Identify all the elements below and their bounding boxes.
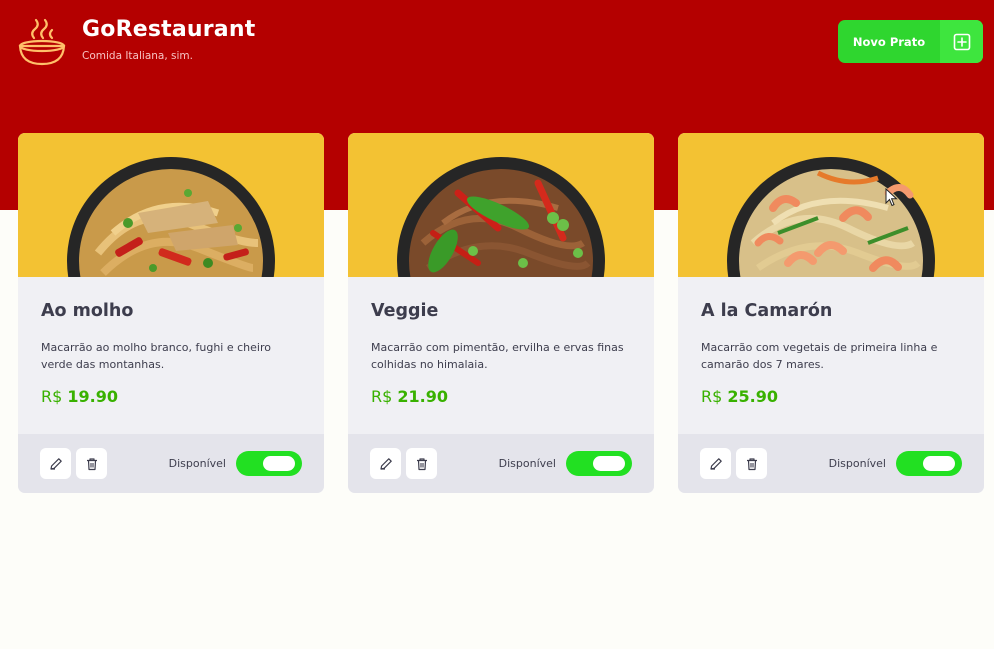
price-currency: R$ — [701, 387, 723, 406]
food-actions: Disponível — [348, 434, 654, 493]
food-card: Ao molho Macarrão ao molho branco, fughi… — [18, 133, 324, 493]
toggle-knob — [593, 456, 625, 471]
availability-label: Disponível — [168, 457, 226, 470]
food-actions: Disponível — [678, 434, 984, 493]
food-name: Veggie — [371, 301, 439, 321]
plus-square-icon — [940, 20, 983, 63]
food-description: Macarrão com pimentão, ervilha e ervas f… — [371, 341, 624, 371]
availability-toggle[interactable] — [566, 451, 632, 476]
edit-food-button[interactable] — [700, 448, 731, 479]
food-image — [18, 133, 324, 277]
trash-icon — [746, 457, 757, 470]
app-title: GoRestaurant — [82, 17, 256, 42]
availability: Disponível — [169, 451, 302, 476]
food-actions: Disponível — [18, 434, 324, 493]
availability-label: Disponível — [498, 457, 556, 470]
price-value: 19.90 — [67, 387, 118, 406]
trash-icon — [86, 457, 97, 470]
delete-food-button[interactable] — [406, 448, 437, 479]
pencil-icon — [709, 457, 722, 470]
edit-food-button[interactable] — [40, 448, 71, 479]
food-image — [348, 133, 654, 277]
food-description: Macarrão ao molho branco, fughi e cheiro… — [41, 341, 271, 371]
pencil-icon — [49, 457, 62, 470]
pencil-icon — [379, 457, 392, 470]
food-card: Veggie Macarrão com pimentão, ervilha e … — [348, 133, 654, 493]
food-name: Ao molho — [41, 301, 134, 321]
delete-food-button[interactable] — [76, 448, 107, 479]
new-food-button-label: Novo Prato — [852, 34, 926, 49]
delete-food-button[interactable] — [736, 448, 767, 479]
availability-toggle[interactable] — [236, 451, 302, 476]
food-card: A la Camarón Macarrão com vegetais de pr… — [678, 133, 984, 493]
brand: GoRestaurant Comida Italiana, sim. — [16, 16, 255, 68]
edit-food-button[interactable] — [370, 448, 401, 479]
food-price: R$ 21.90 — [371, 387, 632, 406]
toggle-knob — [923, 456, 955, 471]
availability: Disponível — [499, 451, 632, 476]
price-currency: R$ — [371, 387, 393, 406]
app-subtitle: Comida Italiana, sim. — [82, 50, 193, 62]
trash-icon — [416, 457, 427, 470]
availability-toggle[interactable] — [896, 451, 962, 476]
price-value: 25.90 — [727, 387, 778, 406]
toggle-knob — [263, 456, 295, 471]
price-value: 21.90 — [397, 387, 448, 406]
food-price: R$ 25.90 — [701, 387, 962, 406]
mouse-cursor-icon — [885, 188, 898, 207]
steaming-bowl-icon — [18, 18, 66, 66]
food-name: A la Camarón — [701, 301, 833, 321]
food-description: Macarrão com vegetais de primeira linha … — [701, 341, 938, 371]
availability: Disponível — [829, 451, 962, 476]
food-image — [678, 133, 984, 277]
price-currency: R$ — [41, 387, 63, 406]
food-price: R$ 19.90 — [41, 387, 302, 406]
availability-label: Disponível — [828, 457, 886, 470]
new-food-button[interactable]: Novo Prato — [838, 20, 983, 63]
